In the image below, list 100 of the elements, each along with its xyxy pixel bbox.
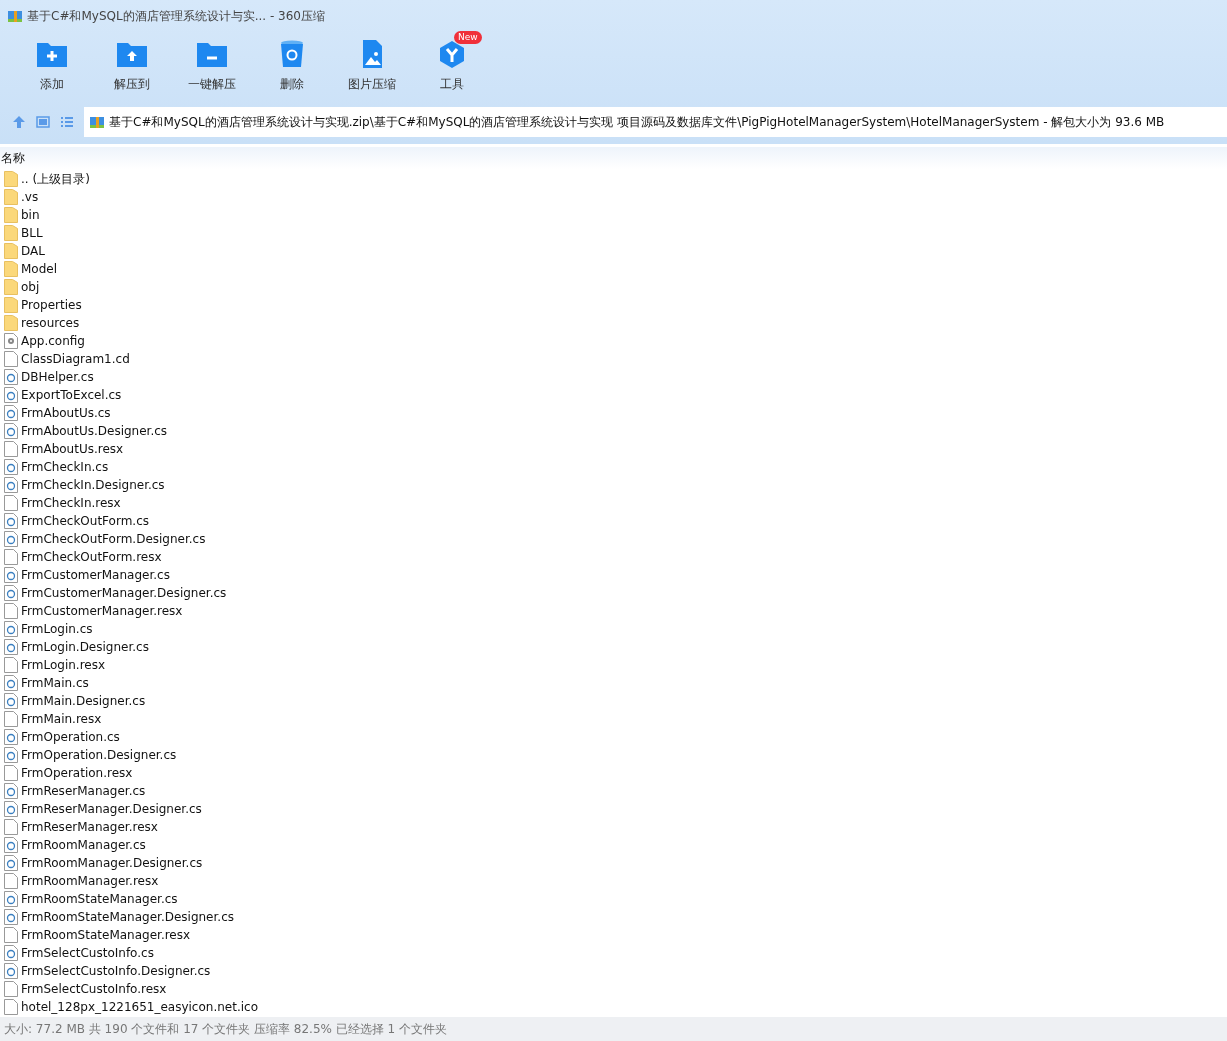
file-name[interactable]: FrmRoomManager.cs xyxy=(21,838,146,852)
thumbnail-view-icon[interactable] xyxy=(36,115,50,129)
code-file-icon xyxy=(4,837,18,853)
up-arrow-icon[interactable] xyxy=(12,115,26,129)
code-file-icon xyxy=(4,891,18,907)
file-name[interactable]: FrmCheckIn.cs xyxy=(21,460,109,474)
archive-icon xyxy=(7,8,23,24)
file-name[interactable]: FrmReserManager.cs xyxy=(21,784,146,798)
code-file-icon xyxy=(4,585,18,601)
file-name[interactable]: FrmRoomManager.resx xyxy=(21,874,159,888)
file-name[interactable]: obj xyxy=(21,280,40,294)
file-name[interactable]: FrmLogin.Designer.cs xyxy=(21,640,149,654)
code-file-icon xyxy=(4,567,18,583)
folder-icon xyxy=(4,261,18,277)
toolbar-button[interactable]: 删除 xyxy=(252,32,332,102)
file-name[interactable]: Model xyxy=(21,262,58,276)
file-name[interactable]: FrmMain.resx xyxy=(21,712,102,726)
file-name[interactable]: Properties xyxy=(21,298,82,312)
code-file-icon xyxy=(4,531,18,547)
code-file-icon xyxy=(4,909,18,925)
file-name[interactable]: FrmLogin.cs xyxy=(21,622,93,636)
gear-file-icon xyxy=(4,333,18,349)
file-name[interactable]: FrmCustomerManager.cs xyxy=(21,568,170,582)
archive-icon xyxy=(89,114,105,130)
file-name[interactable]: FrmRoomStateManager.cs xyxy=(21,892,178,906)
toolbar-button[interactable]: 解压到 xyxy=(92,32,172,102)
code-file-icon xyxy=(4,855,18,871)
file-icon xyxy=(4,819,18,835)
toolbar-button[interactable]: 添加 xyxy=(12,32,92,102)
file-icon xyxy=(4,873,18,889)
file-name[interactable]: hotel_128px_1221651_easyicon.net.ico xyxy=(21,1000,258,1014)
file-name[interactable]: FrmCustomerManager.Designer.cs xyxy=(21,586,227,600)
file-name[interactable]: FrmCheckOutForm.Designer.cs xyxy=(21,532,206,546)
file-name[interactable]: FrmCheckOutForm.cs xyxy=(21,514,149,528)
folder-icon xyxy=(4,297,18,313)
file-name[interactable]: .vs xyxy=(21,190,39,204)
folder-minus-icon xyxy=(196,40,228,68)
file-name[interactable]: FrmAboutUs.cs xyxy=(21,406,111,420)
file-name[interactable]: FrmOperation.cs xyxy=(21,730,120,744)
file-name[interactable]: FrmReserManager.Designer.cs xyxy=(21,802,202,816)
file-name[interactable]: FrmAboutUs.Designer.cs xyxy=(21,424,168,438)
new-badge: New xyxy=(454,31,482,44)
code-file-icon xyxy=(4,639,18,655)
column-header[interactable]: 名称 xyxy=(1,149,25,167)
file-name[interactable]: bin xyxy=(21,208,40,222)
file-name[interactable]: FrmCheckIn.resx xyxy=(21,496,121,510)
code-file-icon xyxy=(4,783,18,799)
list-view-icon[interactable] xyxy=(60,115,74,129)
file-name[interactable]: FrmMain.cs xyxy=(21,676,89,690)
file-name[interactable]: DAL xyxy=(21,244,45,258)
file-name[interactable]: FrmOperation.Designer.cs xyxy=(21,748,177,762)
file-icon xyxy=(4,495,18,511)
code-file-icon xyxy=(4,387,18,403)
file-name[interactable]: BLL xyxy=(21,226,43,240)
file-name[interactable]: FrmRoomManager.Designer.cs xyxy=(21,856,203,870)
toolbar-button[interactable]: 一键解压 xyxy=(172,32,252,102)
code-file-icon xyxy=(4,405,18,421)
file-name[interactable]: FrmOperation.resx xyxy=(21,766,133,780)
file-name[interactable]: FrmSelectCustoInfo.Designer.cs xyxy=(21,964,211,978)
file-icon xyxy=(4,441,18,457)
code-file-icon xyxy=(4,945,18,961)
file-name[interactable]: FrmCustomerManager.resx xyxy=(21,604,183,618)
file-icon xyxy=(4,351,18,367)
file-name[interactable]: FrmAboutUs.resx xyxy=(21,442,124,456)
window-title: 基于C#和MySQL的酒店管理系统设计与实... - 360压缩 xyxy=(27,7,325,25)
folder-icon xyxy=(4,315,18,331)
file-name[interactable]: FrmReserManager.resx xyxy=(21,820,158,834)
code-file-icon xyxy=(4,513,18,529)
folder-icon xyxy=(4,171,18,187)
folder-icon xyxy=(4,207,18,223)
file-icon xyxy=(4,657,18,673)
file-name[interactable]: FrmCheckOutForm.resx xyxy=(21,550,162,564)
file-name[interactable]: FrmLogin.resx xyxy=(21,658,106,672)
file-name[interactable]: FrmRoomStateManager.resx xyxy=(21,928,191,942)
file-icon xyxy=(4,603,18,619)
file-name[interactable]: FrmSelectCustoInfo.cs xyxy=(21,946,154,960)
code-file-icon xyxy=(4,693,18,709)
code-file-icon xyxy=(4,621,18,637)
file-name[interactable]: FrmSelectCustoInfo.resx xyxy=(21,982,167,996)
file-icon xyxy=(4,711,18,727)
code-file-icon xyxy=(4,423,18,439)
file-name[interactable]: App.config xyxy=(21,334,85,348)
file-name[interactable]: ClassDiagram1.cd xyxy=(21,352,130,366)
code-file-icon xyxy=(4,477,18,493)
file-name[interactable]: DBHelper.cs xyxy=(21,370,94,384)
file-name[interactable]: FrmMain.Designer.cs xyxy=(21,694,146,708)
file-name[interactable]: FrmRoomStateManager.Designer.cs xyxy=(21,910,234,924)
folder-icon xyxy=(4,189,18,205)
file-name[interactable]: resources xyxy=(21,316,80,330)
file-icon xyxy=(4,549,18,565)
path-field[interactable]: 基于C#和MySQL的酒店管理系统设计与实现.zip\基于C#和MySQL的酒店管理系统设计与实现 项目源码及数据库文件\PigPigHotelManagerSystem\HotelManagerSystem - 解包大小为 93.6 MB xyxy=(84,107,1227,137)
toolbar-button[interactable]: New 工具 xyxy=(412,32,492,102)
file-icon xyxy=(4,981,18,997)
toolbar-button[interactable]: 图片压缩 xyxy=(332,32,412,102)
file-name[interactable]: .. (上级目录) xyxy=(21,170,90,188)
code-file-icon xyxy=(4,675,18,691)
folder-icon xyxy=(4,243,18,259)
code-file-icon xyxy=(4,963,18,979)
file-name[interactable]: FrmCheckIn.Designer.cs xyxy=(21,478,165,492)
file-name[interactable]: ExportToExcel.cs xyxy=(21,388,122,402)
